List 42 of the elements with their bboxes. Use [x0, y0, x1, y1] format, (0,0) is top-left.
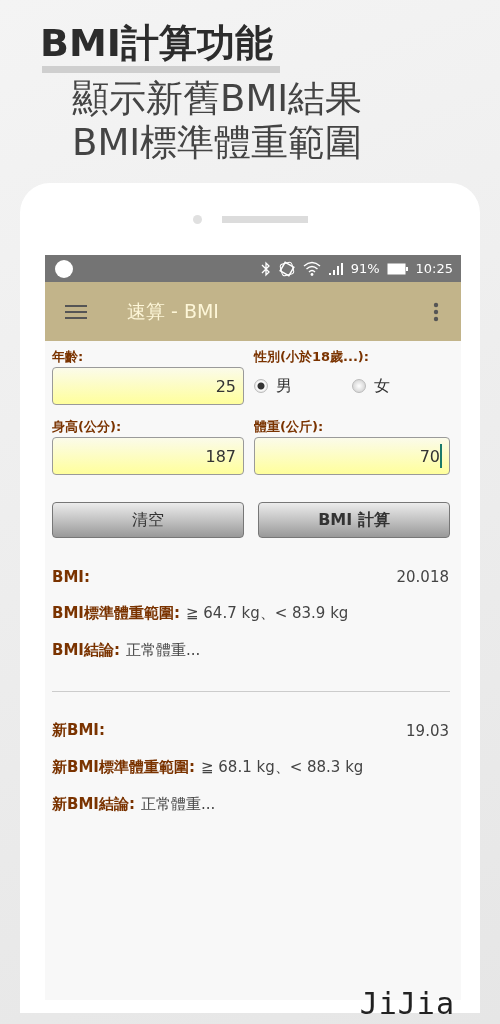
field-label: 性別(小於18歲...): — [254, 348, 369, 366]
result-label: 新BMI結論: — [52, 795, 135, 814]
conclusion-value: 正常體重... — [125, 641, 201, 660]
battery-percent: 91% — [350, 261, 380, 276]
conclusion-value: 正常體重... — [140, 795, 216, 814]
app-title: 速算 - BMI — [127, 298, 219, 324]
result-label: BMI標準體重範圍: — [52, 604, 180, 623]
result-label: BMI結論: — [52, 641, 120, 660]
field-label: 年齡: — [52, 348, 84, 366]
radio-icon[interactable] — [254, 379, 268, 393]
input-field[interactable]: 187 — [52, 437, 244, 475]
result-label: BMI: — [52, 567, 90, 586]
battery-icon — [386, 262, 409, 275]
subtitle: 顯示新舊BMI結果 — [72, 77, 364, 121]
action-button[interactable]: BMI 計算 — [258, 502, 450, 538]
headline: BMI計算功能 — [40, 20, 274, 66]
bmi-value: 20.018 — [396, 567, 449, 586]
result-label: 新BMI標準體重範圍: — [52, 758, 195, 777]
vibrate-icon — [277, 259, 296, 278]
radio-icon[interactable] — [352, 379, 366, 393]
clock: 10:25 — [415, 261, 453, 276]
menu-icon[interactable] — [65, 303, 87, 320]
field-label: 體重(公斤): — [254, 418, 324, 436]
signal-icon — [327, 261, 344, 276]
notification-dot-icon — [55, 259, 73, 278]
bmi-value: 19.03 — [406, 721, 449, 740]
action-button[interactable]: 清空 — [52, 502, 244, 538]
camera-dot — [192, 214, 202, 224]
radio-option[interactable]: 男 — [254, 375, 352, 397]
weight-range-value: ≧ 64.7 kg、< 83.9 kg — [185, 604, 349, 623]
wifi-icon — [302, 260, 321, 277]
field-label: 身高(公分): — [52, 418, 122, 436]
weight-range-value: ≧ 68.1 kg、< 88.3 kg — [200, 758, 364, 777]
result-label: 新BMI: — [52, 721, 105, 740]
input-field[interactable]: 25 — [52, 367, 244, 405]
subtitle: BMI標準體重範圍 — [72, 121, 364, 165]
input-field[interactable]: 70 — [254, 437, 450, 475]
brand-logo: JiJia — [359, 986, 455, 1021]
text-cursor — [440, 444, 442, 468]
more-options-icon[interactable] — [433, 301, 439, 322]
radio-option[interactable]: 女 — [352, 375, 450, 397]
bluetooth-icon — [260, 260, 271, 277]
